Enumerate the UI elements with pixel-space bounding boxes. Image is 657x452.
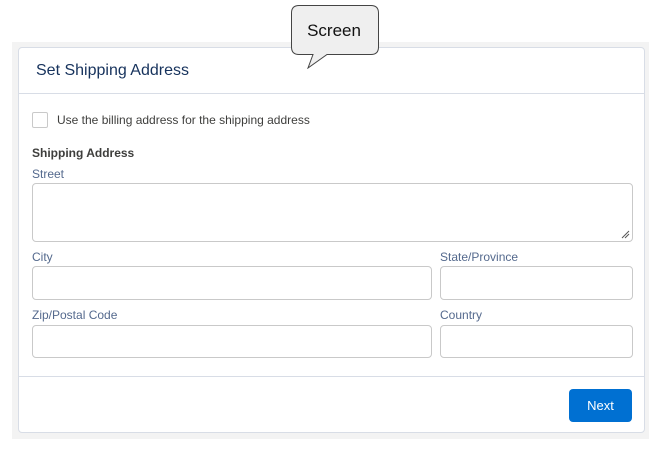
billing-checkbox[interactable] [32,112,48,128]
card-footer: Next [19,376,644,433]
callout-label: Screen [307,21,361,40]
billing-checkbox-row[interactable]: Use the billing address for the shipping… [32,112,310,128]
resize-grip-icon[interactable] [621,230,630,239]
screen-stage: Set Shipping Address Use the billing add… [0,0,657,452]
card-body: Use the billing address for the shipping… [19,94,644,376]
street-input[interactable] [32,183,633,242]
country-label: Country [440,308,483,322]
zip-label: Zip/Postal Code [32,308,118,322]
shipping-address-card: Set Shipping Address Use the billing add… [18,47,645,433]
billing-checkbox-label[interactable]: Use the billing address for the shipping… [57,113,310,127]
street-label: Street [32,167,65,181]
country-input[interactable] [440,325,633,358]
state-label: State/Province [440,250,519,264]
city-label: City [32,250,53,264]
section-title: Shipping Address [32,146,135,160]
state-input[interactable] [440,266,633,300]
zip-input[interactable] [32,325,432,358]
screen-callout: Screen [291,5,379,69]
city-input[interactable] [32,266,432,300]
next-button[interactable]: Next [569,389,632,422]
